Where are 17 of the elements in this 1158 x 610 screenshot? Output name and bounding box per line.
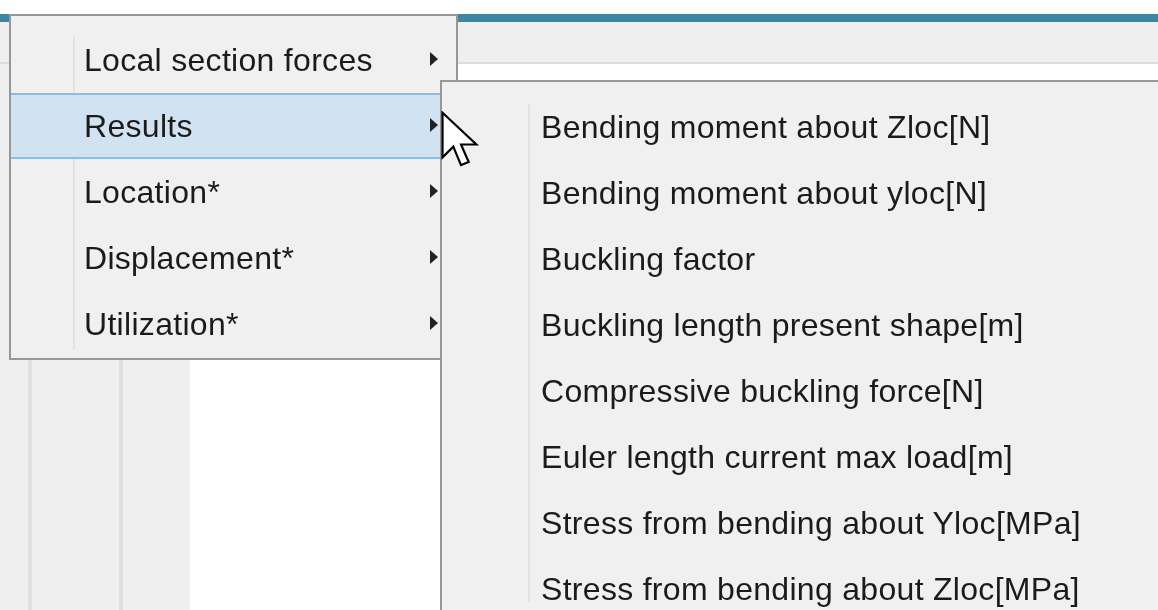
menu-item[interactable]: Stress from bending about Yloc[MPa] bbox=[442, 490, 1158, 556]
menu-item[interactable]: Displacement* bbox=[11, 225, 440, 291]
menu-item[interactable]: Results bbox=[11, 93, 440, 159]
submenu-arrow-icon bbox=[429, 184, 438, 198]
menu-item[interactable]: Buckling factor bbox=[442, 226, 1158, 292]
submenu-arrow-icon bbox=[429, 52, 438, 66]
submenu-arrow-icon bbox=[429, 118, 438, 132]
submenu-arrow-icon bbox=[429, 316, 438, 330]
menu-item[interactable]: Bending moment about yloc[N] bbox=[442, 160, 1158, 226]
menu-item[interactable]: Euler length current max load[m] bbox=[442, 424, 1158, 490]
menu-item[interactable]: Utilization* bbox=[11, 291, 440, 357]
menu-item[interactable]: Local section forces bbox=[11, 27, 440, 93]
menu-item[interactable]: Buckling length present shape[m] bbox=[442, 292, 1158, 358]
menu-item[interactable]: Location* bbox=[11, 159, 440, 225]
menu-item[interactable]: Stress from bending about Zloc[MPa] bbox=[442, 556, 1158, 610]
submenu-arrow-icon bbox=[429, 250, 438, 264]
menu-item[interactable]: Compressive buckling force[N] bbox=[442, 358, 1158, 424]
